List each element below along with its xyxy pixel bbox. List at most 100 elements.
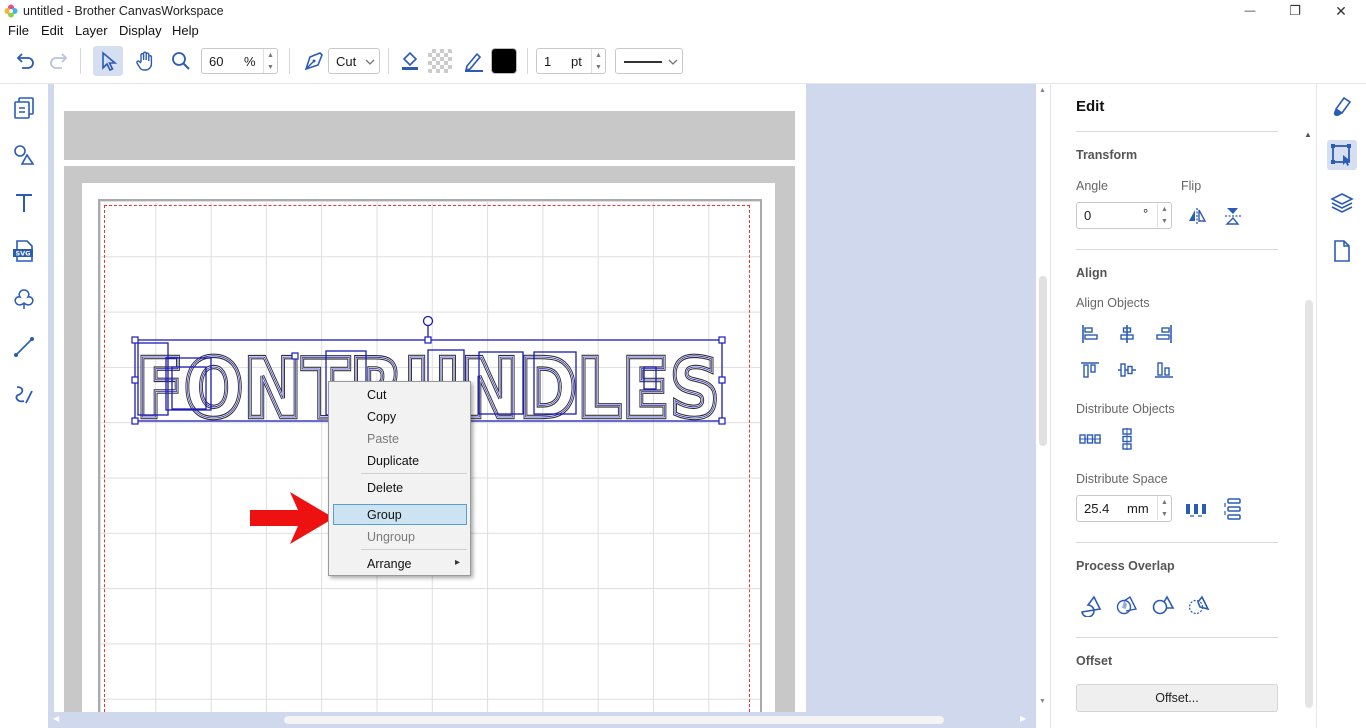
line-width-up-icon[interactable]: ▲: [592, 49, 605, 61]
checker-icon: [428, 49, 452, 73]
redo-button[interactable]: [44, 46, 74, 76]
zoom-down-icon[interactable]: ▼: [264, 61, 277, 73]
paint-panel-button[interactable]: [1327, 92, 1357, 122]
context-copy[interactable]: Copy: [367, 410, 396, 424]
submenu-arrow-icon: ▸: [455, 557, 461, 568]
space-vertical-button[interactable]: [1220, 496, 1246, 522]
chevron-down-icon: [365, 59, 375, 65]
panel-scroll-up-icon[interactable]: ▲: [1304, 130, 1312, 139]
page-panel-button[interactable]: [1327, 236, 1357, 266]
subtract-button[interactable]: [1150, 592, 1176, 618]
pan-tool-button[interactable]: [130, 46, 160, 76]
pages-tool-button[interactable]: [9, 92, 39, 122]
menu-layer[interactable]: Layer: [75, 23, 108, 38]
align-right-button[interactable]: [1151, 321, 1177, 347]
intersect-button[interactable]: [1114, 592, 1140, 618]
space-up-icon[interactable]: ▲: [1158, 496, 1171, 508]
panel-title: Edit: [1076, 98, 1105, 115]
fill-color-button[interactable]: [395, 46, 425, 76]
angle-up-icon[interactable]: ▲: [1158, 203, 1171, 215]
vertical-scroll-thumb[interactable]: [1039, 276, 1047, 446]
zoom-tool-button[interactable]: [166, 46, 196, 76]
menu-display[interactable]: Display: [119, 23, 162, 38]
cloud-tool-button[interactable]: [9, 284, 39, 314]
context-ungroup[interactable]: Ungroup: [367, 530, 415, 544]
redo-icon: [50, 53, 68, 69]
horizontal-scroll-thumb[interactable]: [284, 716, 944, 724]
transparent-fill-swatch[interactable]: [425, 46, 455, 76]
line-width-value: 1: [544, 54, 552, 69]
app-logo-icon: [4, 4, 18, 18]
close-button[interactable]: ✕: [1318, 0, 1364, 22]
mode-value: Cut: [336, 54, 357, 69]
context-paste[interactable]: Paste: [367, 432, 399, 446]
menu-help[interactable]: Help: [172, 23, 199, 38]
align-center-button[interactable]: [1114, 321, 1140, 347]
design-layer[interactable]: FONTRUNDLES FONTRUNDLES FONTRUNDLES: [48, 84, 1036, 712]
context-delete[interactable]: Delete: [367, 481, 403, 495]
text-tool-button[interactable]: [9, 188, 39, 218]
pages-icon: [14, 97, 34, 119]
select-tool-button[interactable]: [93, 46, 123, 76]
page-icon: [1334, 240, 1350, 262]
angle-input[interactable]: 0 ° ▲ ▼: [1076, 202, 1172, 229]
minimize-button[interactable]: —: [1227, 0, 1273, 22]
line-tool-button[interactable]: [9, 332, 39, 362]
scroll-left-icon[interactable]: ◀: [53, 714, 59, 723]
offset-button[interactable]: Offset...: [1076, 684, 1278, 712]
restore-button[interactable]: ❐: [1272, 0, 1318, 22]
freehand-tool-button[interactable]: [9, 380, 39, 410]
canvas-horizontal-scrollbar[interactable]: ◀ ▶: [48, 712, 1036, 728]
menu-file[interactable]: File: [8, 23, 29, 38]
distribute-horizontal-button[interactable]: [1077, 426, 1103, 452]
context-cut[interactable]: Cut: [367, 388, 386, 402]
align-left-button[interactable]: [1077, 321, 1103, 347]
line-style-dropdown[interactable]: [615, 48, 683, 74]
shapes-tool-button[interactable]: [9, 140, 39, 170]
zoom-input[interactable]: 60 % ▲ ▼: [201, 48, 278, 74]
align-bottom-button[interactable]: [1151, 357, 1177, 383]
scroll-right-icon[interactable]: ▶: [1020, 714, 1026, 723]
flip-vertical-button[interactable]: [1220, 203, 1246, 229]
context-arrange[interactable]: Arrange: [367, 557, 411, 571]
weld-button[interactable]: [1078, 592, 1104, 618]
angle-down-icon[interactable]: ▼: [1158, 215, 1171, 227]
scroll-down-icon[interactable]: ▼: [1039, 698, 1046, 705]
space-down-icon[interactable]: ▼: [1158, 508, 1171, 520]
align-middle-button[interactable]: [1114, 357, 1140, 383]
layers-panel-button[interactable]: [1327, 188, 1357, 218]
edit-panel-button[interactable]: [1327, 140, 1357, 170]
mode-dropdown[interactable]: Cut: [328, 48, 380, 74]
menu-edit[interactable]: Edit: [41, 23, 63, 38]
flip-horizontal-button[interactable]: [1184, 203, 1210, 229]
undo-button[interactable]: [10, 46, 40, 76]
panel-scroll-thumb[interactable]: [1305, 300, 1313, 708]
zoom-value: 60: [209, 54, 224, 69]
distribute-space-input[interactable]: 25.4 mm ▲ ▼: [1076, 495, 1172, 522]
shapes-icon: [14, 145, 35, 165]
offset-heading: Offset: [1076, 654, 1113, 668]
close-icon: ✕: [1335, 2, 1347, 19]
svg-import-button[interactable]: SVG: [9, 236, 39, 266]
canvas-vertical-scrollbar[interactable]: ▲ ▼: [1036, 84, 1050, 712]
distribute-vertical-button[interactable]: [1114, 426, 1140, 452]
line-width-input[interactable]: 1 pt ▲ ▼: [536, 48, 606, 74]
canvas-area[interactable]: FONTRUNDLES FONTRUNDLES FONTRUNDLES: [48, 84, 1036, 712]
zoom-up-icon[interactable]: ▲: [264, 49, 277, 61]
context-duplicate[interactable]: Duplicate: [367, 454, 419, 468]
align-left-icon: [1082, 325, 1098, 343]
context-group[interactable]: Group: [367, 508, 402, 522]
exclude-button[interactable]: [1186, 592, 1212, 618]
edit-transform-icon: [1331, 144, 1351, 166]
line-width-down-icon[interactable]: ▼: [592, 61, 605, 73]
space-horizontal-button[interactable]: [1183, 496, 1209, 522]
context-separator: [361, 549, 467, 550]
cloud-icon: [14, 289, 34, 309]
layers-icon: [1330, 193, 1354, 213]
line-color-swatch[interactable]: [491, 48, 517, 74]
cut-pen-icon-button[interactable]: [299, 46, 329, 76]
hand-icon: [136, 51, 153, 71]
line-color-button[interactable]: [459, 46, 489, 76]
scroll-up-icon[interactable]: ▲: [1039, 87, 1046, 94]
align-top-button[interactable]: [1077, 357, 1103, 383]
